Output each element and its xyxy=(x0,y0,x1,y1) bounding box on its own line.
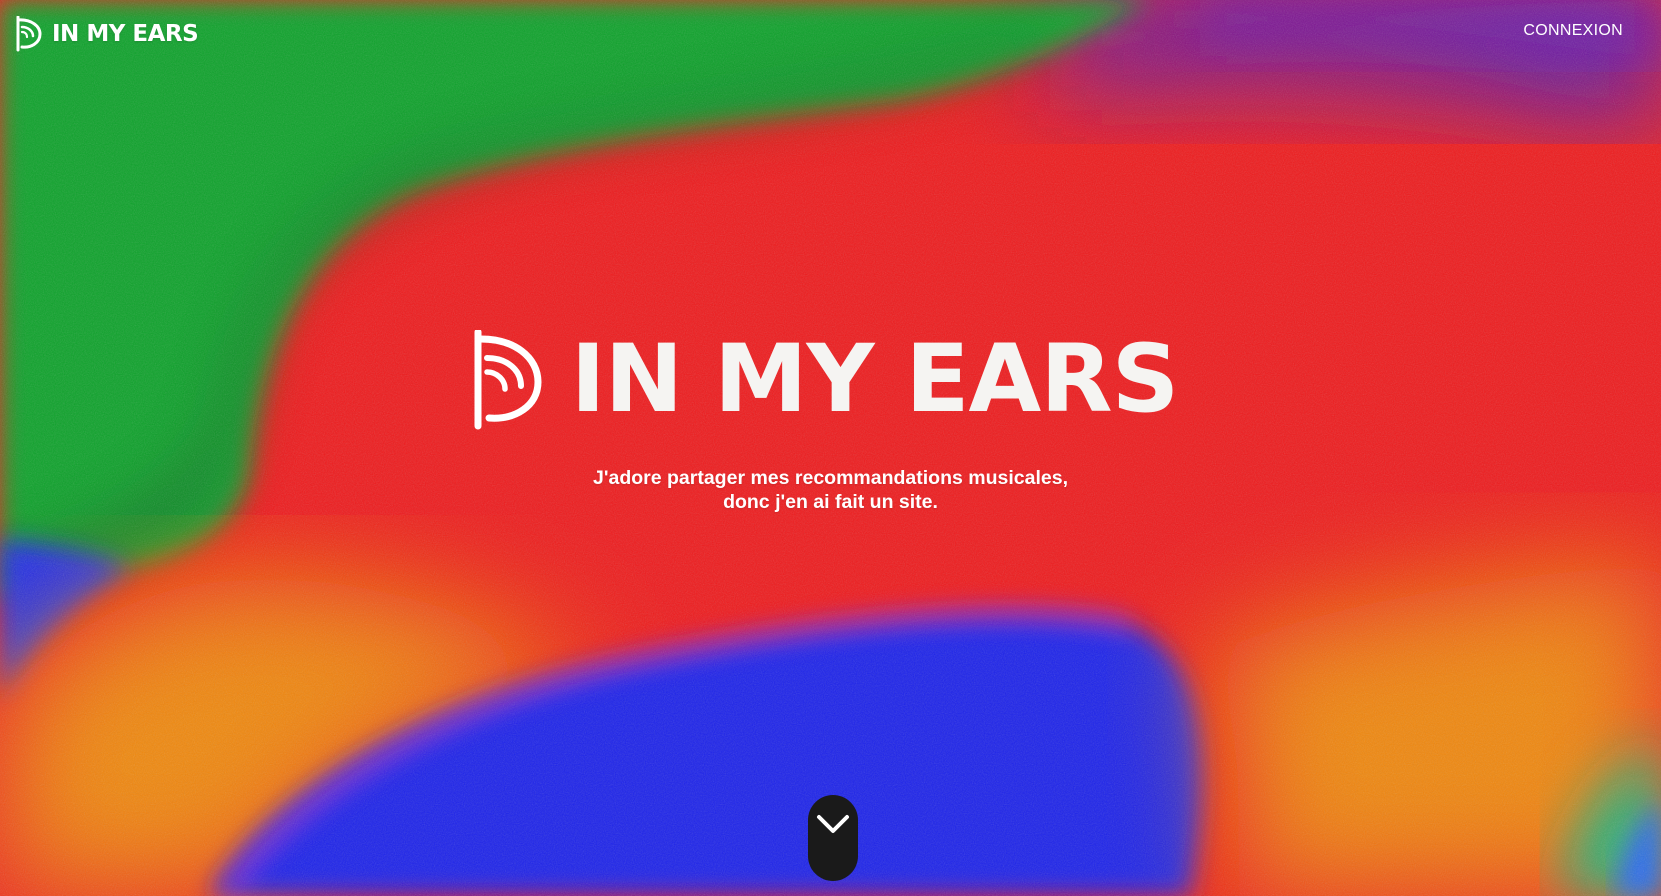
hero-title: IN MY EARS xyxy=(570,325,1180,434)
ear-signal-icon xyxy=(16,16,42,52)
hero-brand: IN MY EARS xyxy=(471,330,1179,430)
landing-page: IN MY EARS CONNEXION IN MY EARS J'adore … xyxy=(0,0,1661,896)
tagline-line-2: donc j'en ai fait un site. xyxy=(723,491,938,513)
ear-signal-icon xyxy=(474,330,542,430)
header-brand-name: IN MY EARS xyxy=(52,21,199,47)
hero-section: IN MY EARS J'adore partager mes recomman… xyxy=(0,330,1661,514)
login-link[interactable]: CONNEXION xyxy=(1523,22,1623,40)
tagline-line-1: J'adore partager mes recommandations mus… xyxy=(593,467,1068,489)
scroll-down-button[interactable] xyxy=(808,795,858,881)
chevron-down-icon xyxy=(817,815,849,833)
header-logo-link[interactable]: IN MY EARS xyxy=(15,16,199,52)
hero-tagline: J'adore partager mes recommandations mus… xyxy=(593,466,1068,514)
